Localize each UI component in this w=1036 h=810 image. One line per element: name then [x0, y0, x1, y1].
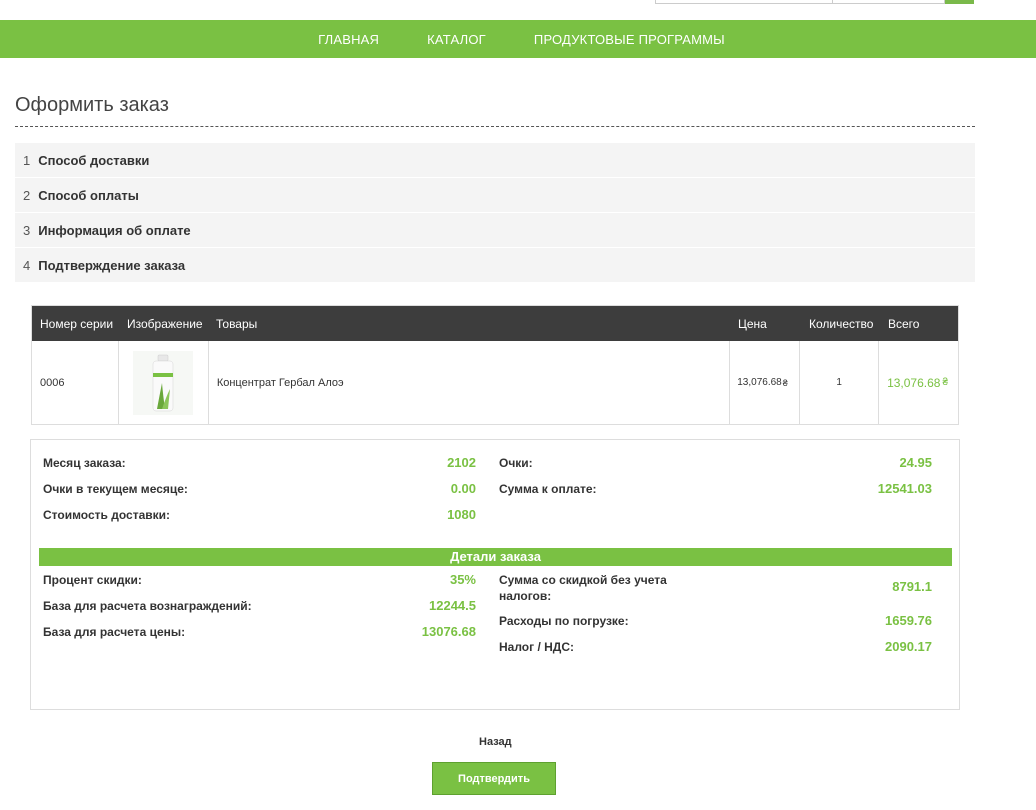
header-price: Цена	[738, 317, 767, 331]
quantity-value: 1	[836, 377, 842, 388]
loading-value: 1659.76	[885, 613, 932, 628]
title-divider	[15, 126, 975, 127]
tax-value: 2090.17	[885, 639, 932, 654]
price-base-label: База для расчета цены:	[43, 625, 186, 639]
discount-value: 35%	[449, 572, 476, 587]
step-number: 4	[23, 257, 31, 273]
line-total: 13,076.68	[887, 375, 941, 390]
cell-total: 13,076.68 ₴	[879, 341, 958, 424]
page-title: Оформить заказ	[15, 94, 169, 116]
header-total: Всего	[888, 316, 920, 331]
cart-header-row: Номер серии Изображение Товары Цена Коли…	[32, 306, 958, 341]
table-row: 0006 Концентрат Гербал Алоэ 13,076.68 ₴ …	[32, 341, 958, 424]
header-serial: Номер серии	[40, 316, 114, 331]
checkout-steps: 1 Способ доставки 2 Способ оплаты 3 Инфо…	[15, 143, 975, 283]
tax-label: Налог / НДС:	[499, 640, 575, 654]
step-number: 2	[23, 187, 31, 203]
cart-table: Номер серии Изображение Товары Цена Коли…	[31, 305, 959, 425]
step-delivery[interactable]: 1 Способ доставки	[15, 143, 975, 177]
nav-item-catalog[interactable]: КАТАЛОГ	[427, 32, 486, 47]
order-details-header: Детали заказа	[39, 548, 952, 566]
month-points-value: 0.00	[450, 481, 476, 496]
month-points-label: Очки в текущем месяце:	[43, 482, 188, 496]
step-label: Способ доставки	[38, 152, 150, 168]
points-value: 24.95	[899, 455, 932, 470]
step-number: 3	[23, 222, 31, 238]
product-image[interactable]	[133, 350, 194, 415]
back-link[interactable]: Назад	[479, 736, 512, 748]
step-payment-info[interactable]: 3 Информация об оплате	[15, 213, 975, 247]
points-label: Очки:	[499, 456, 533, 470]
header-product: Товары	[216, 316, 258, 331]
currency-icon: ₴	[782, 377, 788, 388]
discounted-label: Сумма со скидкой без учета налогов:	[499, 573, 667, 603]
header-image: Изображение	[127, 316, 203, 331]
unit-price: 13,076.68	[737, 377, 782, 388]
cell-product: Концентрат Гербал Алоэ	[209, 341, 731, 424]
price-base-value: 13076.68	[421, 624, 476, 639]
step-confirmation[interactable]: 4 Подтверждение заказа	[15, 248, 975, 282]
order-summary: Месяц заказа: 2102 Очки: 24.95 Очки в те…	[30, 439, 960, 710]
header-search	[655, 0, 974, 4]
step-number: 1	[23, 152, 31, 168]
cell-image	[119, 341, 209, 424]
step-label: Информация об оплате	[38, 222, 191, 238]
payable-value: 12541.03	[877, 481, 932, 496]
step-label: Способ оплаты	[38, 187, 139, 203]
main-navbar: ГЛАВНАЯ КАТАЛОГ ПРОДУКТОВЫЕ ПРОГРАММЫ	[0, 20, 1036, 58]
serial-number: 0006	[40, 376, 65, 389]
nav-item-programs[interactable]: ПРОДУКТОВЫЕ ПРОГРАММЫ	[534, 32, 725, 47]
loading-label: Расходы по погрузке:	[499, 614, 629, 628]
reward-base-value: 12244.5	[429, 598, 476, 613]
nav-item-home[interactable]: ГЛАВНАЯ	[318, 32, 379, 47]
payable-label: Сумма к оплате:	[499, 482, 597, 496]
discount-label: Процент скидки:	[43, 573, 142, 587]
cell-serial: 0006	[32, 341, 119, 424]
shipping-label: Стоимость доставки:	[43, 508, 171, 522]
order-month-label: Месяц заказа:	[43, 456, 126, 470]
product-name[interactable]: Концентрат Гербал Алоэ	[217, 377, 344, 389]
search-category-select[interactable]	[833, 0, 945, 4]
confirm-button[interactable]: Подтвердить	[432, 762, 556, 795]
order-month-value: 2102	[447, 455, 476, 470]
discounted-value: 8791.1	[892, 579, 932, 594]
currency-icon: ₴	[942, 377, 949, 388]
header-qty: Количество	[809, 316, 874, 331]
reward-base-label: База для расчета вознаграждений:	[43, 599, 252, 613]
cell-price: 13,076.68 ₴	[730, 341, 801, 424]
cell-qty: 1	[800, 341, 880, 424]
search-button[interactable]	[945, 0, 974, 4]
step-payment-method[interactable]: 2 Способ оплаты	[15, 178, 975, 212]
shipping-value: 1080	[447, 507, 476, 522]
search-input[interactable]	[655, 0, 833, 4]
step-label: Подтверждение заказа	[38, 257, 186, 273]
